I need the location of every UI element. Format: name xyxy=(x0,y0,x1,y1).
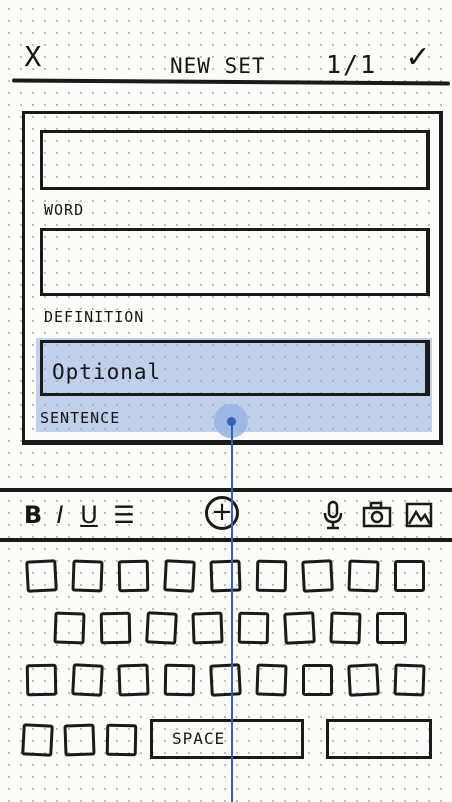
keyboard-key[interactable] xyxy=(237,611,270,645)
italic-button[interactable]: I xyxy=(50,498,70,532)
keyboard-key[interactable] xyxy=(99,611,132,645)
space-key-label: SPACE xyxy=(172,729,226,748)
keyboard-key[interactable] xyxy=(393,663,426,697)
keyboard-key[interactable] xyxy=(145,611,178,645)
camera-icon[interactable] xyxy=(360,498,394,532)
keyboard-key[interactable] xyxy=(117,663,150,697)
keyboard-key[interactable] xyxy=(53,611,86,645)
header-divider xyxy=(11,78,451,86)
toolbar-bottom-divider xyxy=(0,538,452,542)
keyboard-key[interactable] xyxy=(163,663,196,697)
word-label: WORD xyxy=(44,201,85,219)
keyboard-key[interactable] xyxy=(283,611,316,645)
keyboard-key[interactable] xyxy=(25,559,58,593)
microphone-icon[interactable] xyxy=(320,498,346,532)
card-counter: 1/1 xyxy=(326,50,378,79)
page-title: NEW SET xyxy=(170,54,266,78)
keyboard-key[interactable] xyxy=(209,663,242,697)
keyboard-key[interactable] xyxy=(21,723,54,757)
top-bar: X NEW SET 1/1 ✓ xyxy=(0,0,452,92)
close-button[interactable]: X xyxy=(18,40,48,74)
add-icon[interactable]: + xyxy=(205,496,239,530)
bold-button[interactable]: B xyxy=(22,498,44,532)
sentence-placeholder: Optional xyxy=(52,360,162,384)
image-icon[interactable] xyxy=(404,498,434,532)
keyboard-key[interactable] xyxy=(63,723,96,757)
keyboard-key[interactable] xyxy=(255,559,288,593)
keyboard-key[interactable] xyxy=(347,663,380,697)
definition-input[interactable] xyxy=(40,228,430,296)
keyboard-key[interactable] xyxy=(376,612,407,644)
keyboard-key[interactable] xyxy=(105,723,138,757)
word-input[interactable] xyxy=(40,130,430,190)
keyboard-key[interactable] xyxy=(117,559,150,593)
keyboard-key[interactable] xyxy=(301,559,334,593)
done-button[interactable]: ✓ xyxy=(398,38,438,78)
keyboard-key[interactable] xyxy=(329,611,362,645)
keyboard-key[interactable] xyxy=(71,663,104,697)
sentence-label: SENTENCE xyxy=(40,409,121,427)
keyboard-key[interactable] xyxy=(255,663,288,697)
toolbar-top-divider xyxy=(0,488,452,492)
list-icon[interactable]: ☰ xyxy=(108,498,140,532)
definition-label: DEFINITION xyxy=(44,308,145,326)
keyboard-key[interactable] xyxy=(191,611,224,645)
keyboard-key[interactable] xyxy=(209,559,242,593)
keyboard-key[interactable] xyxy=(71,559,104,593)
keyboard-key[interactable] xyxy=(25,663,58,697)
return-key[interactable] xyxy=(326,719,432,759)
swipe-trail xyxy=(231,425,233,802)
keyboard-key[interactable] xyxy=(302,664,333,696)
keyboard-key[interactable] xyxy=(347,559,380,593)
keyboard-key[interactable] xyxy=(394,560,425,592)
underline-button[interactable]: U xyxy=(78,498,100,532)
keyboard-key[interactable] xyxy=(163,559,196,593)
